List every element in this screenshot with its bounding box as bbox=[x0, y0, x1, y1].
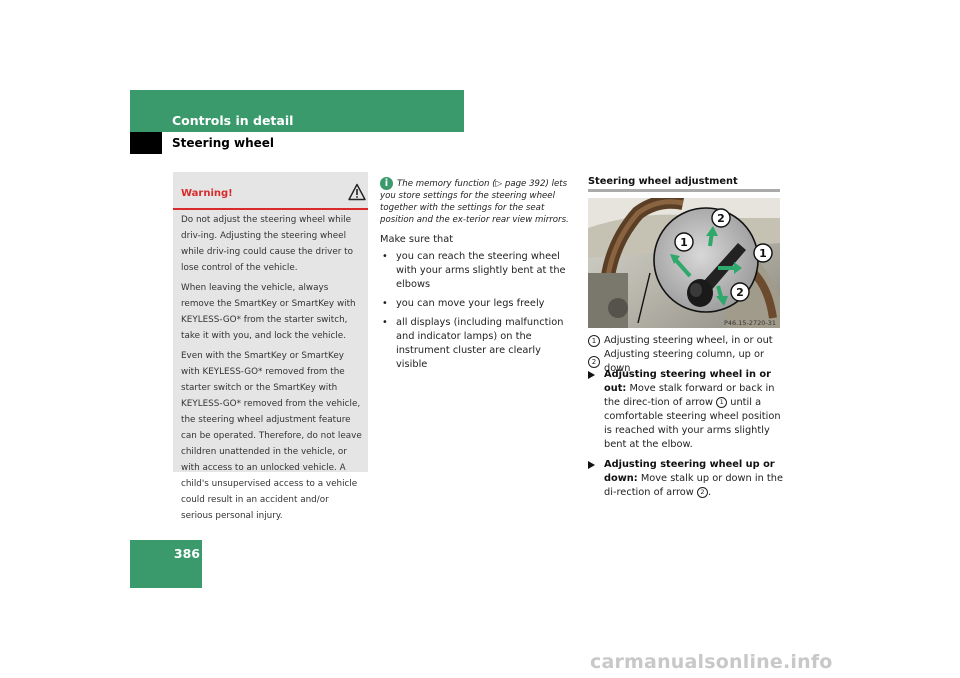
caption-number: 1 bbox=[588, 335, 600, 347]
warning-body: Do not adjust the steering wheel while d… bbox=[181, 212, 363, 528]
section-title: Controls in detail bbox=[172, 113, 294, 128]
list-item: you can move your legs freely bbox=[380, 297, 575, 311]
arrow-number: 2 bbox=[696, 486, 708, 498]
list-item: you can reach the steering wheel with yo… bbox=[380, 250, 575, 292]
list-item: all displays (including malfunction and … bbox=[380, 316, 575, 372]
step-text: . bbox=[707, 487, 712, 498]
callout-1-right: 1 bbox=[753, 243, 773, 263]
caption-number: 2 bbox=[588, 356, 600, 368]
step-arrow-icon bbox=[588, 461, 595, 469]
svg-text:1: 1 bbox=[759, 247, 767, 260]
info-icon: i bbox=[380, 177, 393, 190]
warning-title: Warning! bbox=[181, 188, 233, 199]
caption-item: 1 Adjusting steering wheel, in or out bbox=[588, 334, 783, 348]
info-note: The memory function (▷ page 392) lets yo… bbox=[380, 179, 569, 225]
step-arrow-icon bbox=[588, 371, 595, 379]
adjustment-heading: Steering wheel adjustment bbox=[588, 176, 738, 187]
image-code: P46.15-2720-31 bbox=[724, 319, 776, 327]
svg-text:2: 2 bbox=[717, 212, 725, 225]
header-tab bbox=[130, 132, 162, 154]
svg-text:1: 1 bbox=[680, 236, 688, 249]
arrow-number: 1 bbox=[716, 396, 728, 408]
warning-header: Warning! bbox=[173, 172, 368, 210]
watermark: carmanualsonline.info bbox=[590, 651, 833, 673]
heading-rule bbox=[588, 189, 780, 192]
warning-paragraph: When leaving the vehicle, always remove … bbox=[181, 283, 356, 341]
callout-2-bottom: 2 bbox=[730, 282, 750, 302]
make-sure-intro: Make sure that bbox=[380, 234, 454, 245]
callout-1-left: 1 bbox=[674, 232, 694, 252]
instruction-steps: Adjusting steering wheel in or out: Move… bbox=[588, 368, 783, 506]
warning-box: Warning! Do not adjust the steering whee… bbox=[173, 172, 368, 521]
callout-2-top: 2 bbox=[711, 208, 731, 228]
caption-text: Adjusting steering wheel, in or out bbox=[604, 335, 773, 346]
make-sure-list: you can reach the steering wheel with yo… bbox=[380, 250, 575, 377]
warning-triangle-icon bbox=[348, 183, 366, 201]
svg-text:2: 2 bbox=[736, 286, 744, 299]
page-number: 386 bbox=[173, 546, 200, 561]
steering-wheel-photo: 1 2 1 2 P46.15-2720-31 bbox=[588, 198, 780, 328]
subsection-title: Steering wheel bbox=[172, 136, 275, 150]
warning-paragraph: Do not adjust the steering wheel while d… bbox=[181, 215, 354, 273]
step-in-out: Adjusting steering wheel in or out: Move… bbox=[588, 368, 783, 452]
step-up-down: Adjusting steering wheel up or down: Mov… bbox=[588, 458, 783, 500]
warning-paragraph: Even with the SmartKey or SmartKey with … bbox=[181, 351, 362, 521]
